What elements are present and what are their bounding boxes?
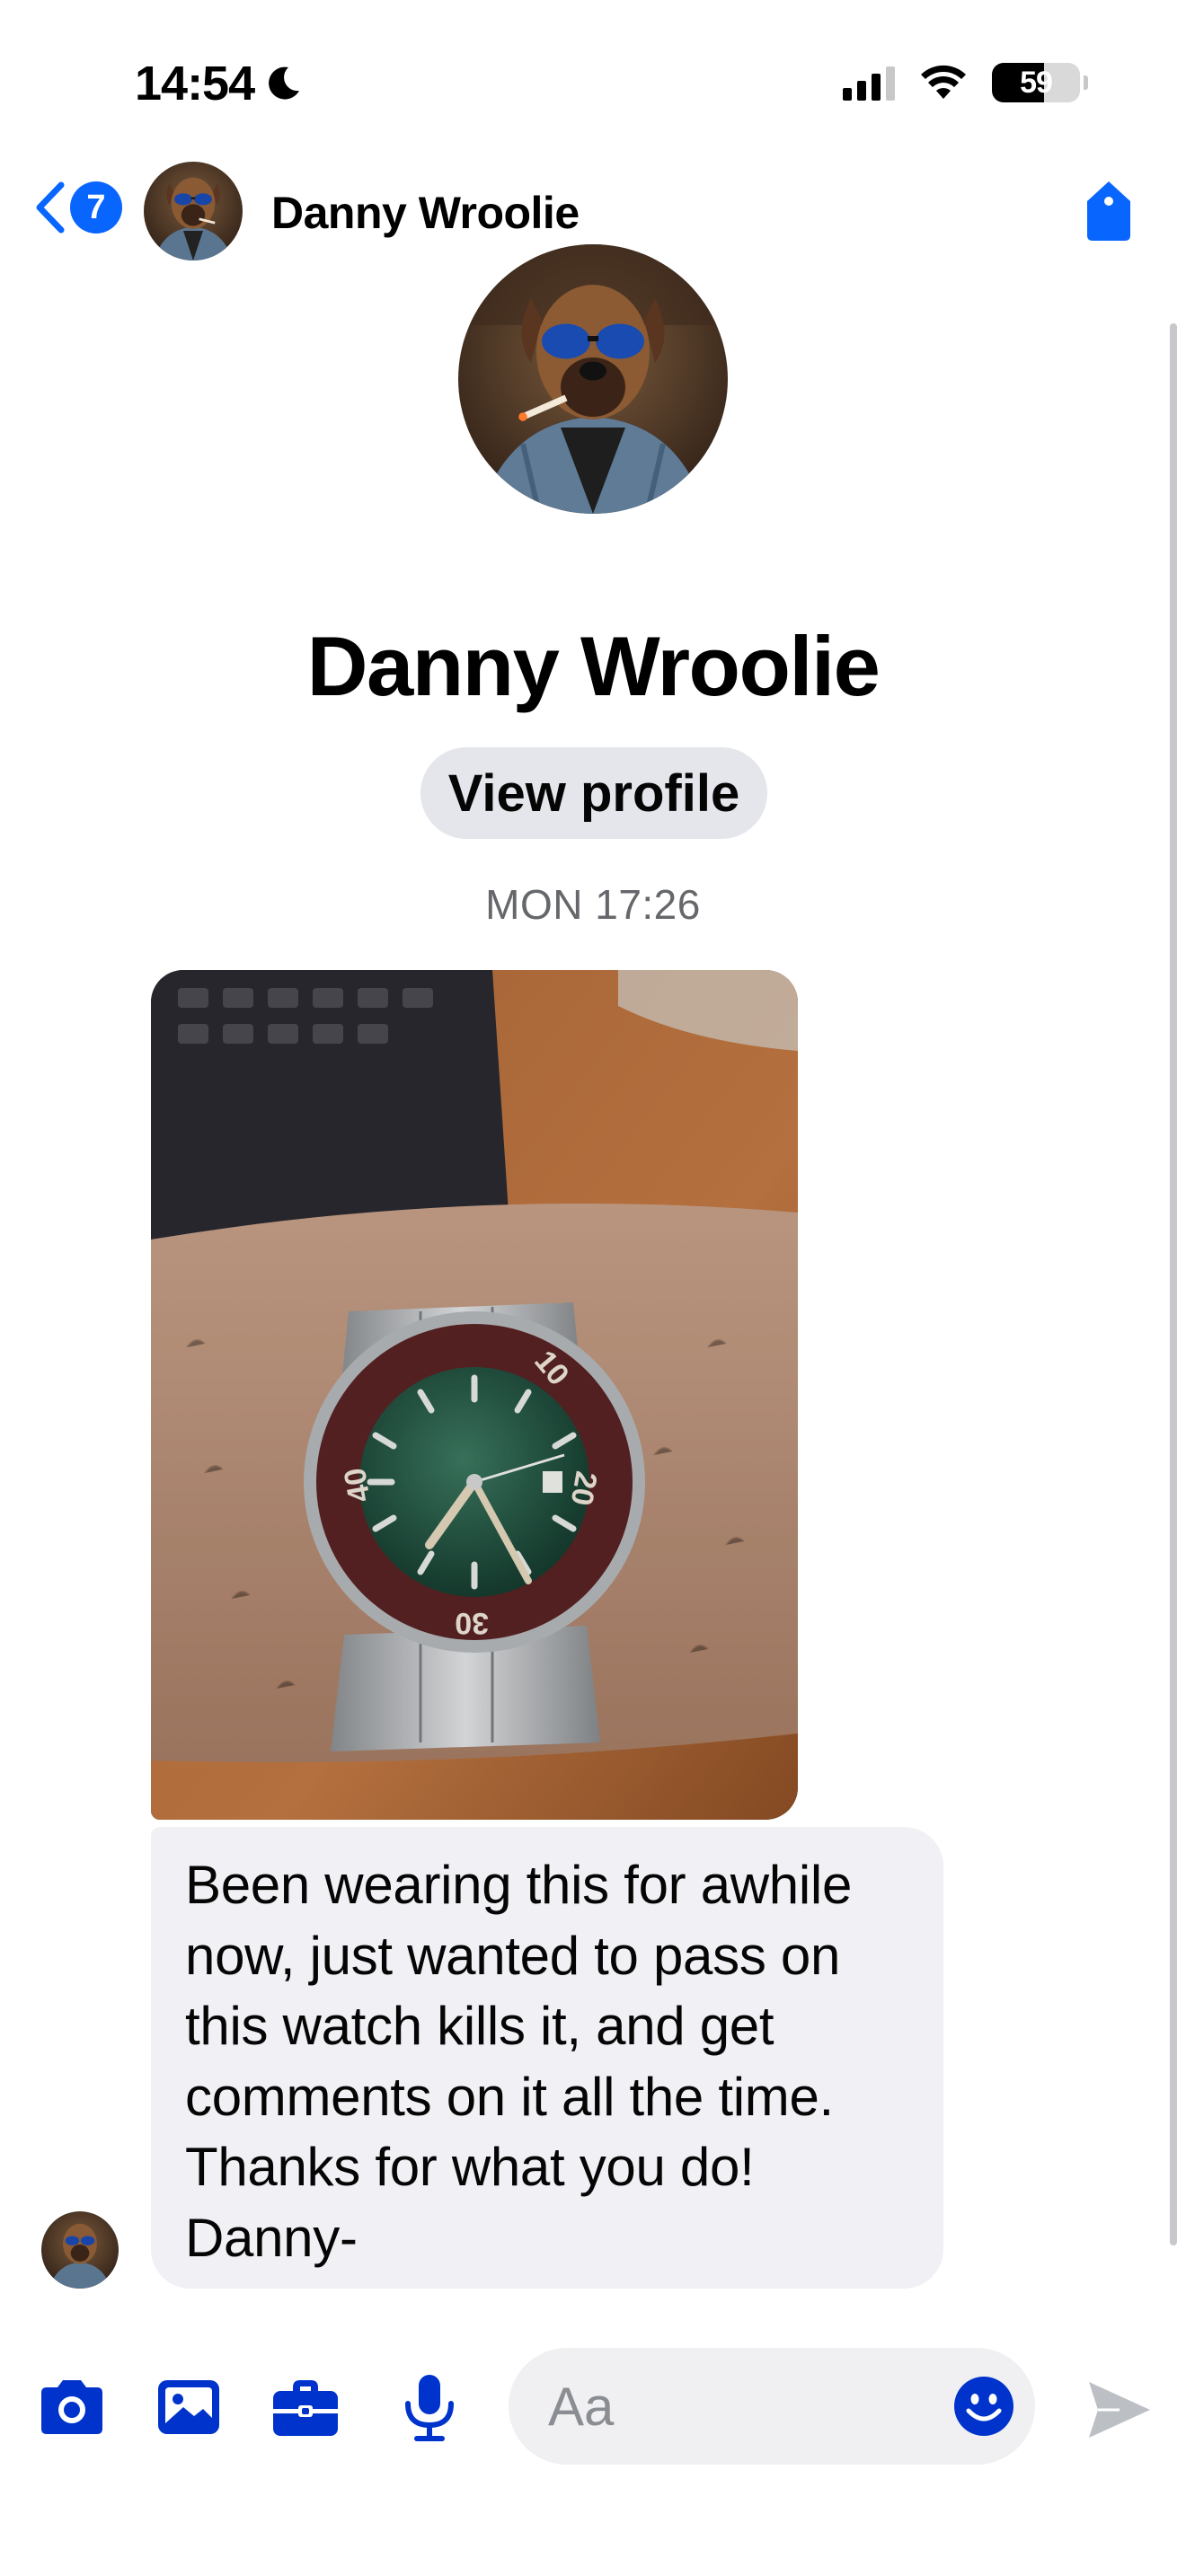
dog-avatar-image [458, 244, 728, 514]
photo-message[interactable]: 30 20 40 10 [151, 970, 798, 1820]
sender-avatar[interactable] [41, 2211, 119, 2289]
view-profile-button[interactable]: View profile [420, 747, 767, 839]
message-timestamp: MON 17:26 [485, 881, 701, 928]
message-line: now, just wanted to pass on [185, 1925, 841, 1986]
message-input[interactable] [548, 2368, 943, 2445]
text-message-bubble[interactable]: Been wearing this for awhile now, just w… [151, 1827, 943, 2289]
message-line: Thanks for what you do! [185, 2137, 755, 2197]
send-icon[interactable] [1084, 2375, 1154, 2445]
back-button[interactable]: 7 [32, 180, 122, 235]
battery-level: 59 [1020, 65, 1053, 100]
avatar[interactable] [144, 162, 243, 260]
wristwatch-photo: 30 20 40 10 [151, 970, 798, 1820]
battery-icon: 59 [992, 63, 1088, 102]
profile-avatar[interactable] [458, 244, 728, 514]
status-indicators: 59 [843, 63, 1088, 102]
message-line: comments on it all the time. [185, 2066, 834, 2127]
message-input-container[interactable] [509, 2348, 1035, 2465]
dog-avatar-image [144, 162, 243, 260]
tag-icon[interactable] [1080, 178, 1137, 243]
contact-name[interactable]: Danny Wroolie [271, 187, 580, 239]
chevron-left-icon [36, 181, 65, 234]
status-time: 14:54 [135, 56, 303, 111]
clock-text: 14:54 [135, 57, 255, 110]
scrollbar[interactable] [1170, 323, 1177, 2245]
microphone-icon[interactable] [392, 2369, 467, 2445]
unread-count-badge: 7 [70, 181, 122, 234]
emoji-icon[interactable] [952, 2375, 1015, 2438]
moon-icon [269, 66, 300, 100]
message-line: this watch kills it, and get [185, 1996, 774, 2056]
cellular-signal-icon [843, 65, 895, 101]
profile-name: Danny Wroolie [306, 619, 881, 713]
briefcase-icon[interactable] [268, 2369, 343, 2445]
wifi-icon [921, 65, 966, 99]
message-composer [0, 2317, 1186, 2576]
message-line: Been wearing this for awhile [185, 1855, 853, 1915]
message-line: Danny- [185, 2207, 358, 2268]
photo-icon[interactable] [151, 2369, 226, 2445]
camera-icon[interactable] [34, 2369, 110, 2445]
dog-avatar-image [41, 2211, 119, 2289]
status-bar: 14:54 59 [0, 0, 1186, 153]
